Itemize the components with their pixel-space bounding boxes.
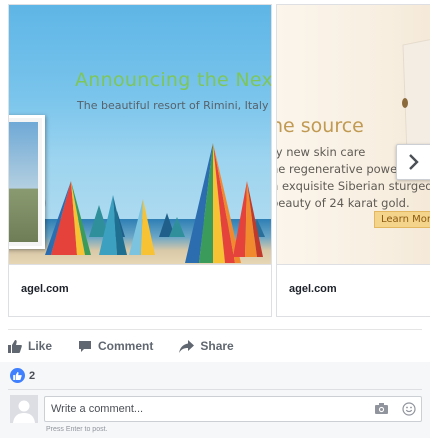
share-arrow-icon [179,339,195,353]
comment-label: Comment [98,339,154,353]
reaction-summary[interactable]: 2 [10,368,35,383]
carousel-card-rimini[interactable]: Announcing the Next The beautiful resort… [8,4,272,317]
framed-photo [9,115,45,249]
ad-line-4: beauty of 24 karat gold. [277,196,410,210]
reaction-count: 2 [29,369,36,382]
emoji-icon[interactable] [402,402,416,416]
card-domain: agel.com [289,283,337,295]
comment-box[interactable] [44,396,422,422]
comment-icon [79,340,92,352]
default-avatar-icon [10,395,38,423]
ad-title: he source [277,115,364,137]
beach-umbrellas-illustration [16,143,265,263]
comment-input[interactable] [51,401,351,417]
divider [8,329,422,330]
chevron-right-icon [409,154,419,170]
post-actions: Like Comment Share [8,336,260,356]
card-footer[interactable]: agel.com [9,264,271,316]
card-image-beach[interactable]: Announcing the Next The beautiful resort… [9,5,271,264]
card-domain: agel.com [21,283,69,295]
ad-line-1: ry new skin care [277,145,366,159]
learn-more-button[interactable]: Learn More [374,211,430,228]
card-image-product[interactable]: he source ry new skin care ne regenerati… [277,5,430,264]
comment-hint: Press Enter to post. [46,426,108,433]
ad-line-2: ne regenerative powe [277,162,398,176]
ad-carousel: Announcing the Next The beautiful resort… [0,0,430,322]
share-label: Share [200,339,234,353]
like-button[interactable]: Like [8,339,52,353]
ad-subtitle: The beautiful resort of Rimini, Italy [77,99,269,112]
like-reaction-icon [10,368,25,383]
divider [8,389,422,390]
share-button[interactable]: Share [179,339,234,353]
like-label: Like [28,339,53,353]
thumbs-up-icon [8,339,22,353]
carousel-next-button[interactable] [396,144,430,180]
avatar [10,395,38,423]
ad-line-3: n exquisite Siberian sturged [277,179,430,193]
camera-icon[interactable] [375,403,388,414]
comment-button[interactable]: Comment [78,339,153,353]
card-footer[interactable]: agel.com [277,264,430,316]
ad-headline: Announcing the Next [75,69,271,91]
feedback-section: 2 Press Enter to post. [0,362,430,438]
